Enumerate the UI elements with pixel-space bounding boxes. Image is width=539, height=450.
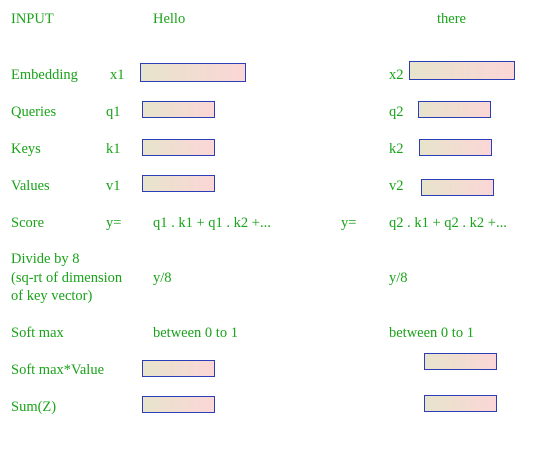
- query-vector-q1: [142, 101, 215, 118]
- sum-vector-z2: [424, 395, 497, 412]
- input-word-there: there: [437, 11, 466, 27]
- softmax-value-label: Soft max*Value: [11, 362, 105, 378]
- divide-label: Divide by 8 (sq-rt of dimension of key v…: [11, 251, 123, 304]
- softmax-label: Soft max: [11, 325, 64, 341]
- divide-expr-2: y/8: [389, 270, 408, 286]
- input-label: INPUT: [11, 11, 54, 27]
- query-vector-q2: [418, 101, 491, 118]
- softmax-range-1: between 0 to 1: [153, 325, 238, 341]
- input-word-hello: Hello: [153, 11, 186, 27]
- key-vector-k1: [142, 139, 215, 156]
- embedding-vector-x2: [409, 61, 515, 80]
- key-vector-k2: [419, 139, 492, 156]
- embedding-var-x1: x1: [110, 67, 125, 83]
- value-vector-v1: [142, 175, 215, 192]
- score-label: Score: [11, 215, 45, 231]
- queries-var-q2: q2: [389, 104, 404, 120]
- keys-label: Keys: [11, 141, 41, 157]
- softmax-value-vector-2: [424, 353, 497, 370]
- score-eq-2: y=: [341, 215, 357, 231]
- values-var-v2: v2: [389, 178, 404, 194]
- values-var-v1: v1: [106, 178, 121, 194]
- score-expr-2: q2 . k1 + q2 . k2 +...: [389, 215, 507, 231]
- divide-expr-1: y/8: [153, 270, 172, 286]
- values-label: Values: [11, 178, 50, 194]
- self-attention-diagram: INPUT Hello there Embedding x1 x2 Querie…: [0, 0, 539, 450]
- score-expr-1: q1 . k1 + q1 . k2 +...: [153, 215, 271, 231]
- embedding-vector-x1: [140, 63, 246, 82]
- keys-var-k2: k2: [389, 141, 404, 157]
- embedding-label: Embedding: [11, 67, 78, 83]
- sum-label: Sum(Z): [11, 399, 57, 415]
- score-eq-1: y=: [106, 215, 122, 231]
- value-vector-v2: [421, 179, 494, 196]
- queries-label: Queries: [11, 104, 57, 120]
- softmax-range-2: between 0 to 1: [389, 325, 474, 341]
- sum-vector-z1: [142, 396, 215, 413]
- softmax-value-vector-1: [142, 360, 215, 377]
- queries-var-q1: q1: [106, 104, 121, 120]
- keys-var-k1: k1: [106, 141, 121, 157]
- embedding-var-x2: x2: [389, 67, 404, 83]
